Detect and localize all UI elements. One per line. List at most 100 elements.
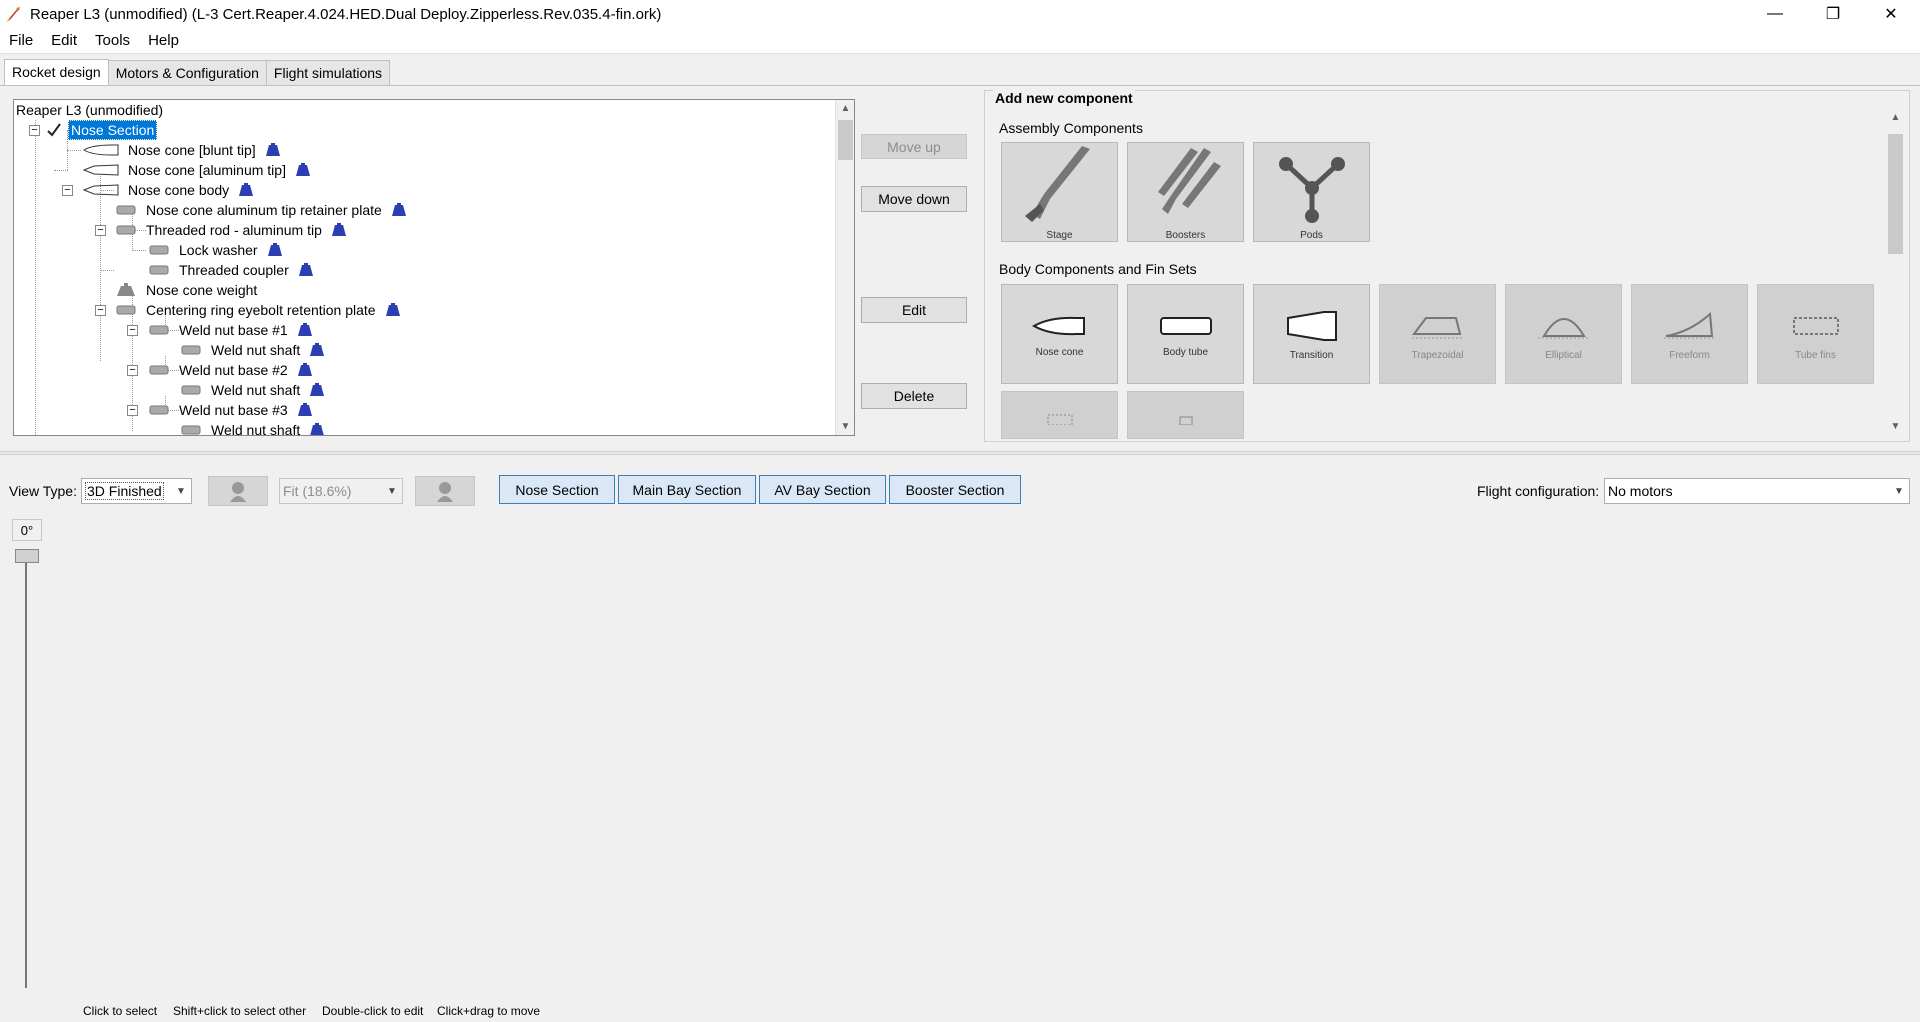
centering-ring-icon [116, 305, 136, 315]
collapse-nose-section[interactable]: − [29, 125, 40, 136]
nose-cone-icon [82, 184, 119, 196]
add-body-tube-button[interactable]: Body tube [1127, 284, 1244, 384]
mass-override-icon [310, 383, 325, 396]
elliptical-fin-icon [1537, 317, 1590, 338]
add-pods-button[interactable]: Pods [1253, 142, 1370, 242]
mass-override-icon [297, 403, 312, 416]
zoom-out-button[interactable] [208, 476, 268, 506]
tree-item-nose-cone-blunt[interactable]: Nose cone [blunt tip] [82, 140, 281, 160]
collapse-weld-nut-base-3[interactable]: − [127, 405, 138, 416]
move-down-button[interactable]: Move down [861, 186, 967, 212]
collapse-threaded-rod[interactable]: − [95, 225, 106, 236]
tree-item-weld-nut-base-1[interactable]: Weld nut base #1 [147, 320, 313, 340]
tree-item-threaded-rod[interactable]: Threaded rod - aluminum tip [114, 220, 347, 240]
stage-main-bay-section-button[interactable]: Main Bay Section [618, 475, 756, 504]
tree-item-retainer-plate[interactable]: Nose cone aluminum tip retainer plate [114, 200, 407, 220]
tree-item-weld-nut-shaft-2[interactable]: Weld nut shaft [179, 380, 325, 400]
stage-icon [1024, 145, 1090, 222]
menu-tools[interactable]: Tools [86, 32, 139, 49]
mass-override-icon [297, 363, 312, 376]
component-tree[interactable]: Reaper L3 (unmodified) − Nose Section No… [13, 99, 855, 436]
menu-help[interactable]: Help [139, 32, 188, 49]
scroll-up-arrow-icon[interactable]: ▲ [1886, 112, 1905, 129]
rotation-slider-thumb[interactable] [15, 549, 39, 563]
restore-button[interactable]: ❐ [1804, 0, 1862, 28]
zoom-in-icon [437, 482, 453, 502]
add-tube-fins-button[interactable]: Tube fins [1757, 284, 1874, 384]
tree-item-nose-section[interactable]: Nose Section [46, 120, 158, 140]
tree-item-lock-washer[interactable]: Lock washer [147, 240, 283, 260]
app-rocket-icon [6, 7, 20, 22]
scroll-thumb[interactable] [1888, 134, 1903, 254]
split-pane-divider[interactable] [0, 451, 1920, 455]
tree-item-weld-nut-base-2[interactable]: Weld nut base #2 [147, 360, 313, 380]
view-type-select[interactable]: 3D Finished ▼ [81, 478, 192, 504]
body-components-label: Body Components and Fin Sets [999, 261, 1197, 277]
stage-booster-section-button[interactable]: Booster Section [889, 475, 1021, 504]
delete-button[interactable]: Delete [861, 383, 967, 409]
add-component-title: Add new component [993, 90, 1135, 106]
add-freeform-fins-button[interactable]: Freeform [1631, 284, 1748, 384]
inner-tube-icon [181, 385, 201, 395]
collapse-nose-cone-body[interactable]: − [62, 185, 73, 196]
add-component-scrollbar[interactable]: ▲ ▼ [1886, 112, 1905, 438]
tab-motors-configuration[interactable]: Motors & Configuration [107, 60, 267, 85]
collapse-weld-nut-base-2[interactable]: − [127, 365, 138, 376]
mass-override-icon [310, 343, 325, 356]
zoom-in-button[interactable] [415, 476, 475, 506]
add-inner-component-button[interactable] [1001, 391, 1118, 439]
move-up-button[interactable]: Move up [861, 134, 967, 159]
nose-cone-icon [83, 144, 119, 156]
coupler-icon [1179, 416, 1192, 425]
tree-item-nose-cone-aluminum[interactable]: Nose cone [aluminum tip] [82, 160, 311, 180]
scroll-down-arrow-icon[interactable]: ▼ [836, 418, 854, 435]
tree-item-weld-nut-base-3[interactable]: Weld nut base #3 [147, 400, 313, 420]
minimize-button[interactable]: — [1746, 0, 1804, 28]
stage-nose-section-button[interactable]: Nose Section [499, 475, 615, 504]
rotation-slider-track[interactable] [25, 550, 27, 988]
window-title: Reaper L3 (unmodified) (L-3 Cert.Reaper.… [30, 5, 662, 23]
mass-override-icon [267, 243, 282, 256]
tab-rocket-design[interactable]: Rocket design [4, 59, 109, 85]
nose-cone-icon [1031, 316, 1085, 335]
menu-file[interactable]: File [0, 32, 42, 49]
edit-button[interactable]: Edit [861, 297, 967, 323]
rocket-view-canvas[interactable] [0, 512, 1920, 1022]
tree-item-threaded-coupler[interactable]: Threaded coupler [147, 260, 314, 280]
menu-bar: File Edit Tools Help [0, 28, 1920, 54]
hint-click-select: Click to select [83, 1004, 158, 1018]
scroll-up-arrow-icon[interactable]: ▲ [836, 100, 854, 117]
stage-av-bay-section-button[interactable]: AV Bay Section [759, 475, 886, 504]
tree-item-nose-cone-body[interactable]: Nose cone body [82, 180, 254, 200]
tree-item-nose-cone-weight[interactable]: Nose cone weight [114, 280, 259, 300]
tree-item-weld-nut-shaft-1[interactable]: Weld nut shaft [179, 340, 325, 360]
add-elliptical-fins-button[interactable]: Elliptical [1505, 284, 1622, 384]
mass-override-icon [391, 203, 406, 216]
tree-root[interactable]: Reaper L3 (unmodified) [14, 100, 165, 120]
tree-item-centering-ring[interactable]: Centering ring eyebolt retention plate [114, 300, 401, 320]
add-trapezoidal-fins-button[interactable]: Trapezoidal [1379, 284, 1496, 384]
tab-divider [0, 85, 1920, 86]
collapse-centering-ring[interactable]: − [95, 305, 106, 316]
add-nose-cone-button[interactable]: Nose cone [1001, 284, 1118, 384]
tree-scrollbar[interactable]: ▲ ▼ [835, 100, 854, 435]
rotation-angle-label: 0° [12, 519, 42, 541]
add-boosters-button[interactable]: Boosters [1127, 142, 1244, 242]
tree-item-weld-nut-shaft-3[interactable]: Weld nut shaft [179, 420, 325, 435]
tab-flight-simulations[interactable]: Flight simulations [265, 60, 391, 85]
collapse-weld-nut-base-1[interactable]: − [127, 325, 138, 336]
add-transition-button[interactable]: Transition [1253, 284, 1370, 384]
menu-edit[interactable]: Edit [42, 32, 86, 49]
tube-fins-icon [1792, 316, 1839, 335]
scroll-down-arrow-icon[interactable]: ▼ [1886, 421, 1905, 438]
zoom-select[interactable]: Fit (18.6%) ▼ [279, 478, 403, 504]
view-type-label: View Type: [9, 483, 77, 499]
mass-component-icon [117, 283, 135, 296]
mass-override-icon [297, 323, 312, 336]
chevron-down-icon: ▼ [387, 485, 397, 497]
add-stage-button[interactable]: Stage [1001, 142, 1118, 242]
add-coupler-button[interactable] [1127, 391, 1244, 439]
scroll-thumb[interactable] [838, 120, 853, 160]
flight-configuration-select[interactable]: No motors ▼ [1604, 478, 1910, 504]
close-button[interactable]: ✕ [1862, 0, 1920, 28]
